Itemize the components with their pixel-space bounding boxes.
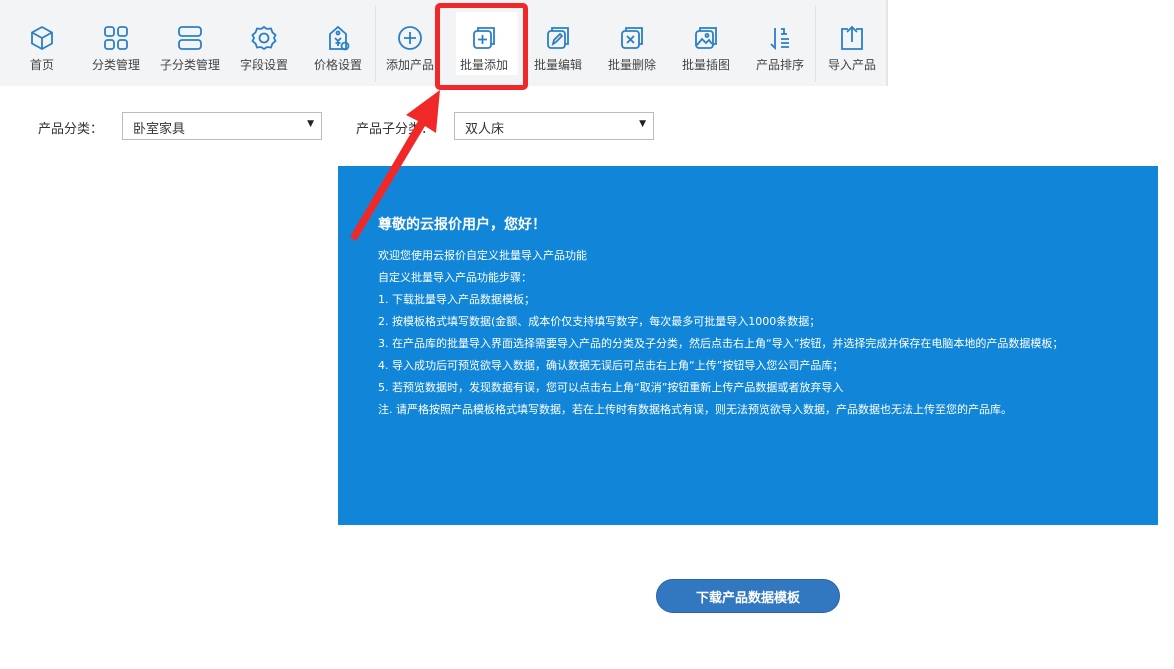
download-template-button[interactable]: 下载产品数据模板 bbox=[656, 579, 840, 613]
toolbar-label: 批量插图 bbox=[681, 58, 730, 72]
instruction-line: 注. 请严格按照产品模板格式填写数据，若在上传时有数据格式有误，则无法预览欲导入… bbox=[378, 403, 1012, 416]
instruction-line: 1. 下载批量导入产品数据模板； bbox=[378, 293, 535, 306]
price-tag-icon bbox=[324, 24, 352, 52]
red-arrow-annotation bbox=[350, 90, 440, 241]
toolbar-label: 产品排序 bbox=[755, 58, 804, 72]
cube-icon bbox=[28, 24, 56, 52]
toolbar-label: 导入产品 bbox=[827, 58, 876, 72]
toolbar-label: 分类管理 bbox=[91, 58, 140, 72]
instruction-line: 自定义批量导入产品功能步骤： bbox=[378, 271, 532, 284]
toolbar-label: 子分类管理 bbox=[159, 58, 220, 72]
instruction-line: 4. 导入成功后可预览欲导入数据，确认数据无误后可点击右上角“上传”按钮导入您公… bbox=[378, 359, 844, 372]
instructions-panel: 尊敬的云报价用户，您好！ 欢迎您使用云报价自定义批量导入产品功能 自定义批量导入… bbox=[338, 166, 1158, 525]
toolbar-sort-button[interactable]: 产品排序 bbox=[743, 0, 817, 86]
grid-icon bbox=[102, 24, 130, 52]
toolbar-label: 添加产品 bbox=[385, 58, 434, 72]
category-label: 产品分类： bbox=[38, 122, 104, 137]
toolbar-label: 价格设置 bbox=[313, 58, 362, 72]
batch-edit-icon bbox=[544, 24, 572, 52]
instructions-list: 欢迎您使用云报价自定义批量导入产品功能 自定义批量导入产品功能步骤： 1. 下载… bbox=[378, 248, 1118, 424]
toolbar-label: 首页 bbox=[29, 58, 54, 72]
toolbar-label: 字段设置 bbox=[239, 58, 288, 72]
instruction-line: 欢迎您使用云报价自定义批量导入产品功能 bbox=[378, 249, 587, 262]
category-select[interactable]: 卧室家具 ▼ bbox=[122, 112, 322, 140]
instruction-line: 3. 在产品库的批量导入界面选择需要导入产品的分类及子分类，然后点击右上角“导入… bbox=[378, 337, 1064, 350]
stack-icon bbox=[176, 24, 204, 52]
toolbar-price-button[interactable]: 价格设置 bbox=[301, 0, 375, 86]
subcategory-select-value: 双人床 bbox=[465, 122, 505, 137]
toolbar-label: 批量编辑 bbox=[533, 58, 582, 72]
batch-delete-icon bbox=[618, 24, 646, 52]
import-icon bbox=[838, 24, 866, 52]
toolbar-fields-button[interactable]: 字段设置 bbox=[227, 0, 301, 86]
toolbar-import-button[interactable]: 导入产品 bbox=[815, 0, 889, 86]
toolbar-batch-edit-button[interactable]: 批量编辑 bbox=[521, 0, 595, 86]
toolbar-category-button[interactable]: 分类管理 bbox=[79, 0, 153, 86]
dropdown-arrow-icon: ▼ bbox=[639, 119, 646, 129]
subcategory-select[interactable]: 双人床 ▼ bbox=[454, 112, 654, 140]
toolbar-home-button[interactable]: 首页 bbox=[5, 0, 79, 86]
instruction-line: 2. 按模板格式填写数据(金额、成本价仅支持填写数字，每次最多可批量导入1000… bbox=[378, 315, 821, 328]
dropdown-arrow-icon: ▼ bbox=[307, 119, 314, 129]
gear-icon bbox=[250, 24, 278, 52]
highlight-box-annotation bbox=[435, 3, 528, 90]
toolbar-batch-image-button[interactable]: 批量插图 bbox=[669, 0, 743, 86]
toolbar-batch-delete-button[interactable]: 批量删除 bbox=[595, 0, 669, 86]
category-select-value: 卧室家具 bbox=[133, 122, 186, 137]
plus-circle-icon bbox=[396, 24, 424, 52]
toolbar-label: 批量删除 bbox=[607, 58, 656, 72]
instruction-line: 5. 若预览数据时，发现数据有误，您可以点击右上角“取消”按钮重新上传产品数据或… bbox=[378, 381, 844, 394]
sort-icon bbox=[766, 24, 794, 52]
toolbar-subcategory-button[interactable]: 子分类管理 bbox=[153, 0, 227, 86]
batch-image-icon bbox=[692, 24, 720, 52]
